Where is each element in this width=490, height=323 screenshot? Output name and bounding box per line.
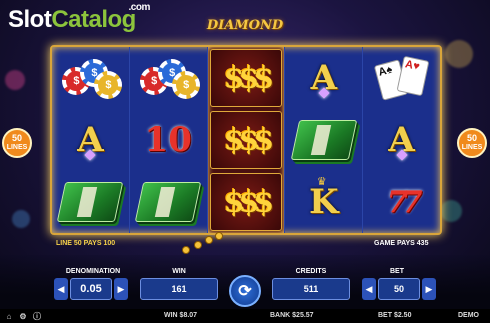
spin-icon: ⟳ [238,283,252,300]
info-icon[interactable]: ⓘ [32,312,42,322]
bet-increase-button[interactable]: ▶ [422,278,436,300]
reel-2: $ $ $ 10 [130,47,208,233]
game-pays-message: GAME PAYS 435 [374,240,429,247]
watermark-logo: SlotCatalog .com [8,2,150,34]
stage-light [5,70,25,90]
chevron-right-icon: ▶ [425,283,433,294]
credits-label: CREDITS [295,268,327,275]
lines-badge-label: LINES [461,144,483,151]
crown-icon: ♛ [316,176,327,188]
symbol-seven: 77 [386,184,423,220]
win-line-message: LINE 50 PAYS 100 [56,240,116,247]
bank-amount: BANK $25.57 [270,312,314,319]
settings-icon[interactable]: ⚙ [18,312,28,322]
watermark-part1: Slot [8,6,52,33]
cash-stack-icon [134,182,202,222]
symbol-dollar: $$$ [209,111,283,169]
coin-icon [194,241,202,249]
symbol-ten: 10 [144,120,192,160]
win-value: 161 [140,278,218,300]
symbol-cards: A♠ A♥ [363,47,440,109]
symbol-dollar: $$$ [209,173,283,231]
reel-1: $ $ $ A [52,47,130,233]
reel-3: $$$ $$$ $$$ [207,47,286,233]
symbol-king: ♛ K [309,176,339,222]
denomination-value: 0.05 [70,278,112,300]
chevron-left-icon: ◀ [365,283,373,294]
stage-light [445,40,473,68]
symbol-ace: A [310,58,337,99]
lines-badge-left: 50 LINES [2,128,32,158]
reel-4: A ♛ K [285,47,364,233]
bet-value: 50 [378,278,420,300]
reel-grid: $ $ $ A $ $ $ 10 $$$ $$$ $$$ A ♛ K A♠ A♥… [50,45,442,235]
slot-game-screen: SlotCatalog .com DIAMOND 50 LINES 50 LIN… [0,0,490,323]
denomination-decrease-button[interactable]: ◀ [54,278,68,300]
symbol-cash [130,171,207,233]
mode-label: DEMO [458,312,479,319]
cash-stack-icon [290,120,358,160]
credits-value: 511 [272,278,350,300]
symbol-chips: $ $ $ [52,47,129,109]
bet-amount: BET $2.50 [378,312,412,319]
bet-decrease-button[interactable]: ◀ [362,278,376,300]
footer-bar: ⌂ ⚙ ⓘ WIN $8.07 BANK $25.57 BET $2.50 DE… [0,309,490,323]
lines-badge-number: 50 [466,133,477,143]
lines-badge-number: 50 [11,133,22,143]
coin-icon [182,246,190,254]
symbol-chips: $ $ $ [130,47,207,109]
cash-stack-icon [57,182,124,222]
watermark-suffix: .com [128,2,151,13]
chevron-right-icon: ▶ [117,283,125,294]
playing-cards-icon: A♠ A♥ [373,55,430,101]
poker-chips-icon: $ $ $ [138,55,201,101]
watermark-part2: Catalog [51,6,136,33]
chevron-left-icon: ◀ [57,283,65,294]
bet-label: BET [390,268,404,275]
stage-light [440,200,462,222]
symbol-cash [52,171,129,233]
symbol-cash [285,109,362,171]
symbol-ace: A [77,120,104,161]
lines-badge-right: 50 LINES [457,128,487,158]
denomination-increase-button[interactable]: ▶ [114,278,128,300]
stage-light [12,210,30,228]
win-label: WIN [172,268,186,275]
lines-badge-label: LINES [6,144,28,151]
symbol-ace: A [388,120,415,161]
poker-chips-icon: $ $ $ [60,55,123,101]
game-logo: DIAMOND [206,18,284,33]
win-amount: WIN $8.07 [164,312,198,319]
symbol-dollar: $$$ [209,49,283,107]
spin-button[interactable]: ⟳ [229,275,261,307]
reel-5: A♠ A♥ A 77 [363,47,440,233]
denomination-label: DENOMINATION [65,268,121,275]
coin-icon [205,236,213,244]
coin-icon [215,232,223,240]
home-icon[interactable]: ⌂ [4,312,14,322]
